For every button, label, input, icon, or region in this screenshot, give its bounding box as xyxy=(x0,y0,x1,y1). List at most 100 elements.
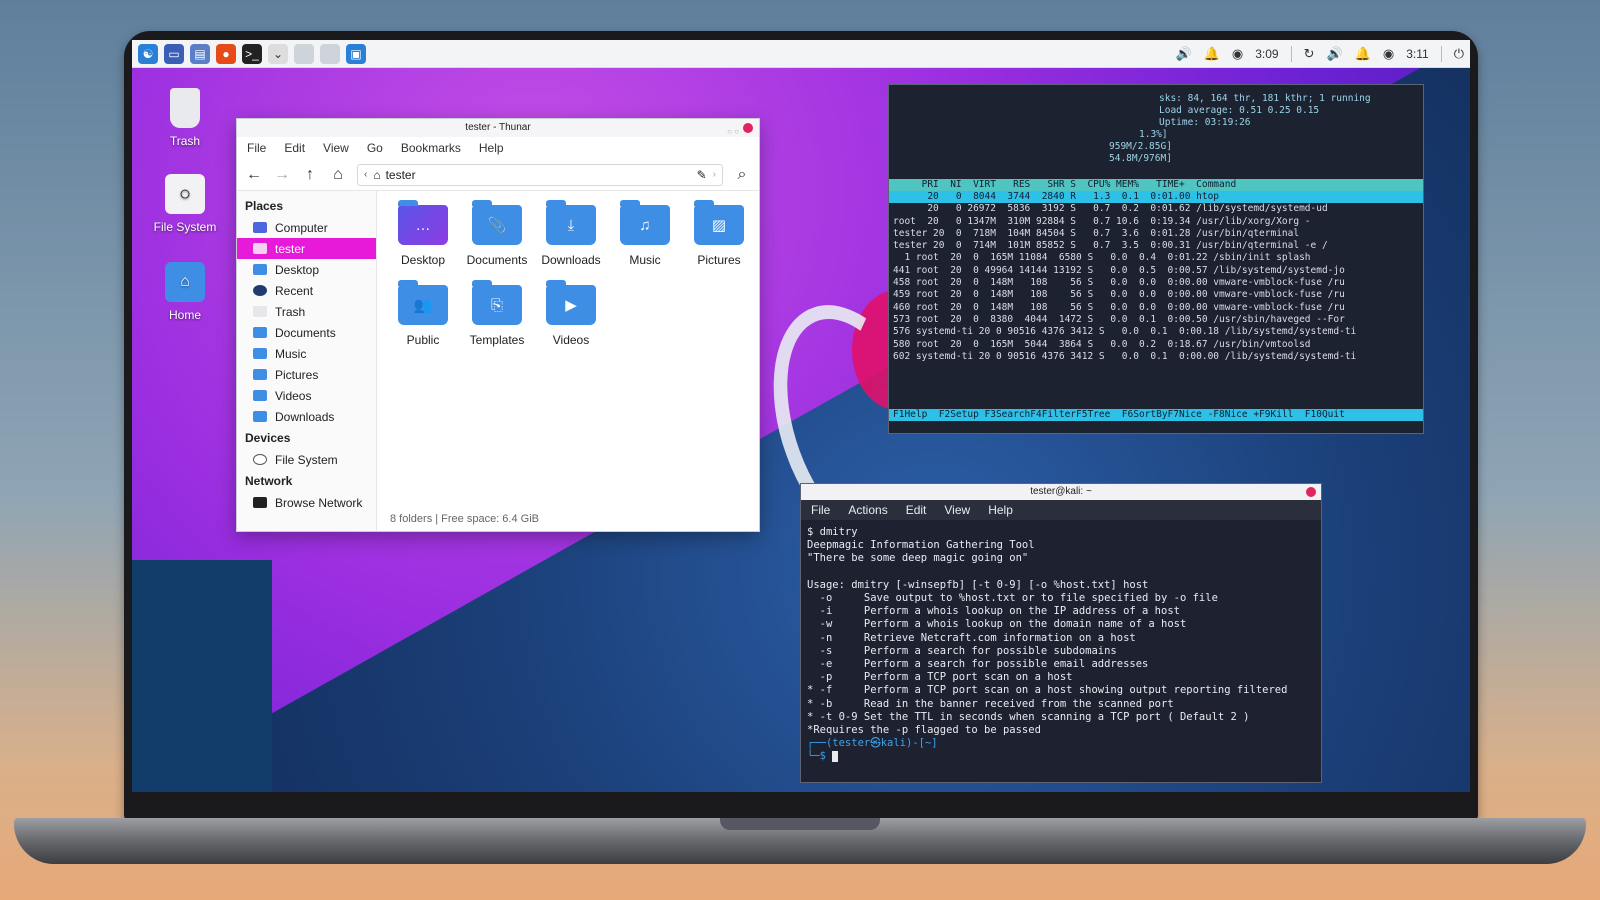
home-icon[interactable]: ⌂ xyxy=(329,166,347,184)
desktop-icon-file-system[interactable]: ○ File System xyxy=(140,174,230,234)
pencil-icon[interactable]: ✎ xyxy=(697,168,707,182)
htop-function-keys[interactable]: F1Help F2Setup F3SearchF4FilterF5Tree F6… xyxy=(889,409,1423,421)
bell-icon[interactable]: 🔔 xyxy=(1204,46,1220,62)
menu-help[interactable]: Help xyxy=(479,141,504,155)
terminal-output[interactable]: $ dmitry Deepmagic Information Gathering … xyxy=(801,520,1321,770)
path-bar[interactable]: ‹ ⌂ tester ✎ › xyxy=(357,163,723,186)
menu-view[interactable]: View xyxy=(323,141,349,155)
forward-arrow-icon[interactable]: → xyxy=(273,166,291,184)
htop-process-row[interactable]: tester 20 0 718M 104M 84504 S 0.7 3.6 0:… xyxy=(889,228,1423,240)
sidebar-item-pictures[interactable]: Pictures xyxy=(237,364,376,385)
show-desktop-icon[interactable]: ▭ xyxy=(164,43,184,64)
menu-bookmarks[interactable]: Bookmarks xyxy=(401,141,461,155)
workspace-2[interactable] xyxy=(320,43,340,64)
breadcrumb[interactable]: ⌂ tester xyxy=(373,168,415,182)
network-icon[interactable]: ◉ xyxy=(1232,46,1243,62)
sidebar-item-documents[interactable]: Documents xyxy=(237,322,376,343)
videos-folder-icon: ▶ xyxy=(546,280,596,325)
menu-view[interactable]: View xyxy=(944,503,970,517)
menu-actions[interactable]: Actions xyxy=(848,503,887,517)
terminal-line: -i Perform a whois lookup on the IP addr… xyxy=(807,605,1180,618)
htop-process-row[interactable]: 1 root 20 0 165M 11084 6580 S 0.0 0.4 0:… xyxy=(889,252,1423,264)
folder-icon xyxy=(253,327,267,338)
refresh-icon[interactable]: ↻ xyxy=(1304,46,1315,62)
htop-process-row[interactable]: root 20 0 1347M 310M 92884 S 0.7 10.6 0:… xyxy=(889,216,1423,228)
folder-videos[interactable]: ▶ Videos xyxy=(534,280,608,361)
clock-right[interactable]: 3:11 xyxy=(1406,47,1428,61)
sidebar-item-downloads[interactable]: Downloads xyxy=(237,406,376,427)
back-arrow-icon[interactable]: ← xyxy=(245,166,263,184)
terminal-launcher-icon[interactable]: >_ xyxy=(242,43,262,64)
htop-process-row[interactable]: 20 0 26972 5836 3192 S 0.7 0.2 0:01.62 /… xyxy=(889,203,1423,215)
folder-music[interactable]: ♫ Music xyxy=(608,200,682,281)
firefox-icon[interactable]: ● xyxy=(216,43,236,64)
kali-menu-icon[interactable]: ☯ xyxy=(138,43,158,64)
workspace-1[interactable] xyxy=(294,43,314,64)
chevron-left-icon[interactable]: ‹ xyxy=(364,169,367,180)
htop-process-row[interactable]: 460 root 20 0 148M 108 56 S 0.0 0.0 0:00… xyxy=(889,302,1423,314)
htop-column-header[interactable]: PRI NI VIRT RES SHR S CPU% MEM% TIME+ Co… xyxy=(889,179,1423,191)
volume-icon-2[interactable]: 🔊 xyxy=(1327,46,1343,62)
htop-process-row[interactable]: 602 systemd-ti 20 0 90516 4376 3412 S 0.… xyxy=(889,351,1423,363)
terminal-line: -n Retrieve Netcraft.com information on … xyxy=(807,631,1136,644)
downloads-folder-icon: ⤓ xyxy=(546,200,596,245)
htop-process-row[interactable]: 459 root 20 0 148M 108 56 S 0.0 0.0 0:00… xyxy=(889,289,1423,301)
htop-process-row[interactable]: tester 20 0 714M 101M 85852 S 0.7 3.5 0:… xyxy=(889,240,1423,252)
folder-pictures[interactable]: ▨ Pictures xyxy=(682,200,756,281)
htop-process-row[interactable]: 441 root 20 0 49964 14144 13192 S 0.0 0.… xyxy=(889,265,1423,277)
close-icon[interactable] xyxy=(1306,487,1316,497)
sidebar-item-label: Trash xyxy=(275,304,306,319)
network-icon-2[interactable]: ◉ xyxy=(1383,46,1394,62)
sidebar-item-recent[interactable]: Recent xyxy=(237,280,376,301)
menu-edit[interactable]: Edit xyxy=(284,141,305,155)
terminal-titlebar[interactable]: tester@kali: ~ xyxy=(801,484,1321,500)
sidebar-item-file-system[interactable]: File System xyxy=(237,449,376,470)
up-arrow-icon[interactable]: ↑ xyxy=(301,166,319,184)
desktop-icon-trash[interactable]: Trash xyxy=(140,88,230,148)
folder-downloads[interactable]: ⤓ Downloads xyxy=(534,200,608,281)
taskbar-thunar-icon[interactable]: ▣ xyxy=(346,43,366,64)
folder-documents[interactable]: 📎 Documents xyxy=(460,200,534,281)
clock-left[interactable]: 3:09 xyxy=(1255,47,1278,61)
terminal-line: "There be some deep magic going on" xyxy=(807,552,1029,565)
htop-process-row[interactable]: 573 root 20 0 8380 4044 1472 S 0.0 0.1 0… xyxy=(889,314,1423,326)
window-controls[interactable]: ○ ○ xyxy=(727,123,739,141)
menu-edit[interactable]: Edit xyxy=(906,503,927,517)
close-icon[interactable] xyxy=(743,123,753,133)
bell-icon-2[interactable]: 🔔 xyxy=(1355,46,1371,62)
terminal-line: Deepmagic Information Gathering Tool xyxy=(807,539,1035,552)
sidebar-item-desktop[interactable]: Desktop xyxy=(237,259,376,280)
home-folder-icon xyxy=(253,243,267,254)
sidebar-item-trash[interactable]: Trash xyxy=(237,301,376,322)
sidebar-item-computer[interactable]: Computer xyxy=(237,217,376,238)
folder-desktop[interactable]: … Desktop xyxy=(386,200,460,281)
prompt-input-line[interactable]: └─$ xyxy=(807,750,1315,763)
menu-file[interactable]: File xyxy=(811,503,830,517)
htop-process-row[interactable]: 458 root 20 0 148M 108 56 S 0.0 0.0 0:00… xyxy=(889,277,1423,289)
htop-process-row[interactable]: 20 0 8044 3744 2840 R 1.3 0.1 0:01.00 ht… xyxy=(889,191,1423,204)
chevron-right-icon[interactable]: › xyxy=(713,169,716,180)
folder-icon xyxy=(253,390,267,401)
folder-public[interactable]: 👥 Public xyxy=(386,280,460,361)
sidebar-item-videos[interactable]: Videos xyxy=(237,385,376,406)
desktop-icon-home[interactable]: ⌂ Home xyxy=(140,262,230,322)
sidebar-item-music[interactable]: Music xyxy=(237,343,376,364)
folder-templates[interactable]: ⎘ Templates xyxy=(460,280,534,361)
volume-icon[interactable]: 🔊 xyxy=(1176,46,1192,62)
sidebar-item-tester[interactable]: tester xyxy=(237,238,376,259)
thunar-titlebar[interactable]: tester - Thunar ○ ○ xyxy=(237,119,759,137)
sidebar-item-browse-network[interactable]: Browse Network xyxy=(237,492,376,513)
htop-process-row[interactable]: 576 systemd-ti 20 0 90516 4376 3412 S 0.… xyxy=(889,326,1423,338)
menu-file[interactable]: File xyxy=(247,141,266,155)
search-icon[interactable]: ⌕ xyxy=(733,166,751,184)
folder-icon xyxy=(253,264,267,275)
sidebar-item-label: Music xyxy=(275,346,307,361)
file-manager-icon[interactable]: ▤ xyxy=(190,43,210,64)
menu-go[interactable]: Go xyxy=(367,141,383,155)
htop-process-row[interactable]: 580 root 20 0 165M 5044 3864 S 0.0 0.2 0… xyxy=(889,339,1423,351)
sidebar-item-label: tester xyxy=(275,241,306,256)
htop-top-pad xyxy=(889,85,1423,93)
menu-help[interactable]: Help xyxy=(988,503,1013,517)
power-icon[interactable]: ⏻ xyxy=(1454,46,1464,62)
chevron-down-icon[interactable]: ⌄ xyxy=(268,43,288,64)
